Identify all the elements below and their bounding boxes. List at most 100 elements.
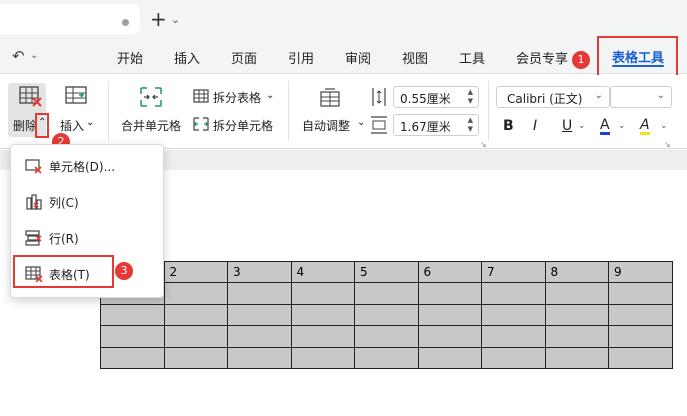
- table-cell[interactable]: 5: [354, 260, 419, 284]
- highlight-color-button[interactable]: A: [640, 118, 650, 135]
- chevron-down-icon[interactable]: ⌄: [578, 121, 586, 131]
- font-color-button[interactable]: A: [600, 118, 610, 135]
- font-name-select[interactable]: Calibri (正文) ⌄: [496, 86, 610, 108]
- title-bar: + ⌄: [0, 0, 687, 40]
- table-cell[interactable]: [100, 325, 165, 348]
- chevron-down-icon[interactable]: ⌄: [171, 13, 180, 26]
- font-size-select[interactable]: ⌄: [610, 86, 672, 108]
- table-cell[interactable]: [417, 303, 482, 327]
- table-cell[interactable]: [100, 346, 165, 369]
- table-cell[interactable]: [354, 282, 419, 305]
- menu-item-delete-row[interactable]: 行(R): [11, 222, 163, 254]
- table-cell[interactable]: [354, 303, 419, 327]
- split-cells-icon: [193, 117, 209, 131]
- table-cell[interactable]: [544, 282, 609, 305]
- table-cell[interactable]: [227, 346, 292, 369]
- chevron-down-icon[interactable]: ⌄: [660, 121, 668, 131]
- menu-review[interactable]: 审阅: [345, 48, 371, 67]
- new-tab-button[interactable]: + ⌄: [150, 8, 180, 30]
- merge-cells-button[interactable]: 合并单元格: [121, 117, 181, 134]
- menu-tools[interactable]: 工具: [459, 48, 485, 67]
- dialog-launcher-icon[interactable]: ↘: [480, 140, 487, 149]
- table-cell[interactable]: [608, 303, 673, 327]
- undo-icon[interactable]: ↶: [12, 47, 25, 65]
- menu-page[interactable]: 页面: [231, 48, 257, 67]
- table-cell[interactable]: [354, 346, 419, 369]
- table-cell[interactable]: [417, 282, 482, 305]
- dialog-launcher-icon[interactable]: ↘: [664, 140, 671, 149]
- table-cell[interactable]: [227, 282, 292, 305]
- table-row: [100, 346, 673, 369]
- table-cell[interactable]: [163, 303, 228, 327]
- menu-view[interactable]: 视图: [402, 48, 428, 67]
- bold-button[interactable]: B: [503, 118, 514, 134]
- chevron-down-icon[interactable]: ⌄: [357, 117, 365, 128]
- table-cell[interactable]: [290, 325, 355, 348]
- table-row: [100, 303, 673, 327]
- table-cell[interactable]: [544, 303, 609, 327]
- table-cell[interactable]: [608, 282, 673, 305]
- table-cell[interactable]: [354, 325, 419, 348]
- table-cell[interactable]: [481, 346, 546, 369]
- split-table-button[interactable]: 拆分表格: [213, 89, 261, 106]
- menu-references[interactable]: 引用: [288, 48, 314, 67]
- insert-label[interactable]: 插入: [60, 117, 84, 134]
- plus-icon: +: [150, 7, 167, 31]
- document-table[interactable]: 1 2 3 4 5 6 7 8 9: [100, 260, 673, 369]
- table-cell[interactable]: 7: [481, 260, 546, 284]
- delete-column-icon: [26, 194, 42, 210]
- chevron-down-icon[interactable]: ⌄: [618, 121, 626, 131]
- table-cell[interactable]: 2: [163, 260, 228, 284]
- ribbon-separator: [288, 81, 289, 141]
- row-height-value: 0.55厘米: [400, 92, 451, 106]
- menu-member[interactable]: 会员专享: [516, 48, 568, 67]
- merge-cells-icon: [140, 87, 162, 107]
- delete-table-icon: [19, 86, 42, 107]
- chevron-down-icon[interactable]: ⌄: [86, 117, 94, 128]
- spinner-arrows-icon[interactable]: ▲ ▼: [468, 116, 473, 134]
- table-cell[interactable]: [163, 325, 228, 348]
- table-cell[interactable]: [290, 282, 355, 305]
- table-cell[interactable]: [227, 303, 292, 327]
- autofit-button[interactable]: 自动调整: [302, 117, 350, 134]
- table-cell[interactable]: [163, 346, 228, 369]
- menu-item-delete-cells[interactable]: 单元格(D)...: [11, 150, 163, 182]
- table-cell[interactable]: [544, 325, 609, 348]
- table-cell[interactable]: [544, 346, 609, 369]
- chevron-down-icon[interactable]: ⌄: [30, 50, 38, 61]
- step-badge-3: 3: [115, 262, 133, 280]
- menu-item-delete-column[interactable]: 列(C): [11, 186, 163, 218]
- column-width-value: 1.67厘米: [400, 120, 451, 134]
- table-cell[interactable]: [481, 282, 546, 305]
- table-cell[interactable]: [417, 346, 482, 369]
- table-cell[interactable]: [290, 346, 355, 369]
- table-cell[interactable]: 6: [417, 260, 482, 284]
- table-cell[interactable]: 3: [227, 260, 292, 284]
- menu-item-label: 单元格(D)...: [49, 160, 116, 174]
- spinner-arrows-icon[interactable]: ▲ ▼: [468, 88, 473, 106]
- table-cell[interactable]: 9: [608, 260, 673, 284]
- table-cell[interactable]: [481, 325, 546, 348]
- column-width-input[interactable]: 1.67厘米 ▲ ▼: [393, 114, 479, 136]
- ribbon-separator: [108, 81, 109, 141]
- underline-button[interactable]: U: [562, 118, 572, 134]
- table-cell[interactable]: [608, 346, 673, 369]
- table-cell[interactable]: [417, 325, 482, 348]
- menu-insert[interactable]: 插入: [174, 48, 200, 67]
- italic-button[interactable]: I: [533, 118, 537, 134]
- table-cell[interactable]: [608, 325, 673, 348]
- row-height-input[interactable]: 0.55厘米 ▲ ▼: [393, 86, 479, 108]
- table-cell[interactable]: 4: [290, 260, 355, 284]
- table-row: [100, 325, 673, 348]
- table-cell[interactable]: [227, 325, 292, 348]
- table-cell[interactable]: [290, 303, 355, 327]
- table-cell[interactable]: [481, 303, 546, 327]
- menu-home[interactable]: 开始: [117, 48, 143, 67]
- column-width-icon: [371, 116, 387, 134]
- table-cell[interactable]: [163, 282, 228, 305]
- table-cell[interactable]: [100, 303, 165, 327]
- document-tab[interactable]: [0, 4, 140, 34]
- split-cells-button[interactable]: 拆分单元格: [213, 117, 273, 134]
- chevron-down-icon[interactable]: ⌄: [266, 90, 274, 101]
- table-cell[interactable]: 8: [544, 260, 609, 284]
